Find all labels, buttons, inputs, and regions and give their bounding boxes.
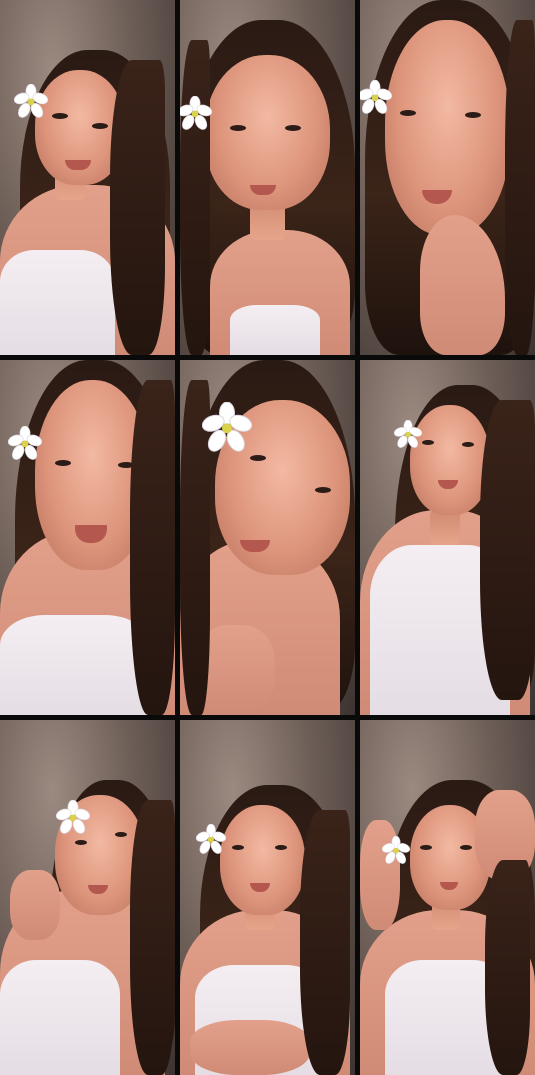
photo-frame-4[interactable] xyxy=(0,360,175,715)
eye xyxy=(400,110,416,116)
eye xyxy=(460,845,472,850)
white-flower-icon xyxy=(56,800,90,834)
hand xyxy=(190,1020,310,1075)
photo-frame-2[interactable] xyxy=(180,0,355,355)
white-top xyxy=(0,960,120,1075)
hair-strands xyxy=(300,810,350,1075)
photo-frame-5[interactable] xyxy=(180,360,355,715)
photo-frame-3[interactable] xyxy=(360,0,535,355)
hair-strands xyxy=(505,20,535,355)
white-top xyxy=(0,250,115,355)
hair-strands xyxy=(130,800,175,1075)
eye xyxy=(232,845,244,850)
photo-grid xyxy=(0,0,535,1075)
photo-frame-1[interactable] xyxy=(0,0,175,355)
white-flower-icon xyxy=(394,420,422,448)
white-flower-icon xyxy=(8,426,42,460)
face xyxy=(410,405,490,515)
eye xyxy=(422,440,434,445)
eye xyxy=(465,112,481,118)
white-flower-icon xyxy=(14,84,48,118)
photo-frame-6[interactable] xyxy=(360,360,535,715)
hair-strands xyxy=(485,860,530,1075)
hair-strands xyxy=(480,400,535,700)
photo-frame-9[interactable] xyxy=(360,720,535,1075)
white-flower-icon xyxy=(202,402,252,452)
eye xyxy=(315,487,331,493)
white-flower-icon xyxy=(382,836,410,864)
eye xyxy=(230,125,246,131)
hand xyxy=(10,870,60,940)
hair-strands xyxy=(110,60,165,355)
neck xyxy=(430,510,460,545)
eye xyxy=(420,845,432,850)
white-flower-icon xyxy=(196,824,226,854)
eye xyxy=(115,832,127,837)
white-flower-icon xyxy=(180,96,212,130)
eye xyxy=(52,113,68,119)
photo-frame-8[interactable] xyxy=(180,720,355,1075)
hair-strands xyxy=(130,380,175,715)
white-flower-icon xyxy=(360,80,392,114)
white-top xyxy=(230,305,320,355)
photo-frame-7[interactable] xyxy=(0,720,175,1075)
hair-strands xyxy=(180,40,210,355)
eye xyxy=(285,125,301,131)
face xyxy=(385,20,510,235)
white-top xyxy=(0,615,150,715)
face xyxy=(220,805,305,915)
eye xyxy=(75,840,87,845)
eye xyxy=(92,123,108,129)
eye xyxy=(55,460,71,466)
eye xyxy=(250,455,266,461)
eye xyxy=(275,845,287,850)
eye xyxy=(462,442,474,447)
